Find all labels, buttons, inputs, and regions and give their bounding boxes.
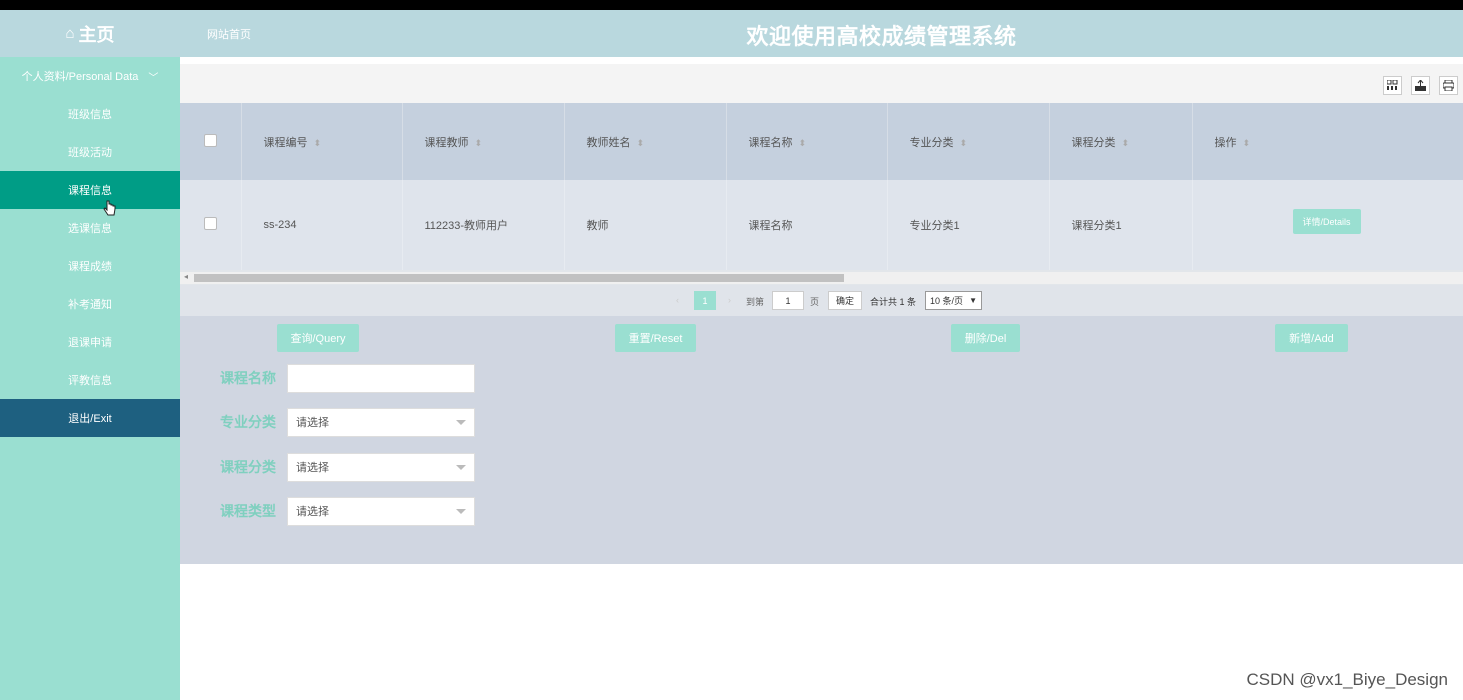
next-page-button[interactable]: › bbox=[728, 295, 731, 305]
row-checkbox[interactable] bbox=[204, 217, 217, 230]
sidebar-item-class-activity[interactable]: 班级活动 bbox=[0, 133, 180, 171]
field-label: 课程类型 bbox=[220, 503, 276, 519]
column-header[interactable]: 教师姓名 ⬍ bbox=[564, 103, 727, 180]
add-button[interactable]: 新增/Add bbox=[1275, 324, 1348, 352]
column-label: 教师姓名 bbox=[586, 136, 631, 149]
table-cell: 课程名称 bbox=[726, 180, 888, 270]
column-header[interactable]: 课程分类 ⬍ bbox=[1049, 103, 1193, 180]
export-icon[interactable] bbox=[1411, 76, 1430, 95]
sidebar-group-personal-data[interactable]: 个人资料/Personal Data ﹀ bbox=[0, 57, 180, 95]
column-label: 课程名称 bbox=[748, 136, 793, 149]
header: ⌂ 主页 网站首页 欢迎使用高校成绩管理系统 bbox=[0, 10, 1463, 57]
column-label: 课程教师 bbox=[424, 136, 469, 149]
page-unit-label: 页 bbox=[810, 297, 820, 307]
page-number-input[interactable]: 1 bbox=[772, 291, 804, 310]
sort-icon: ⬍ bbox=[1121, 137, 1130, 148]
course-name-input[interactable] bbox=[287, 363, 475, 393]
action-cell: 详情/Details bbox=[1192, 180, 1463, 270]
data-table: 课程编号 ⬍ 课程教师 ⬍ 教师姓名 ⬍ 课程名称 ⬍ 专业分类 ⬍ 课程分类 ⬍ 操作 ⬍ … bbox=[180, 103, 1463, 285]
column-header[interactable]: 课程名称 ⬍ bbox=[726, 103, 888, 180]
sidebar-item-course-selection[interactable]: 选课信息 bbox=[0, 209, 180, 247]
goto-confirm-button[interactable]: 确定 bbox=[828, 291, 862, 310]
table-cell: 112233-教师用户 bbox=[402, 180, 565, 270]
table-toolbar bbox=[180, 64, 1463, 104]
reset-button[interactable]: 重置/Reset bbox=[615, 324, 696, 352]
details-button[interactable]: 详情/Details bbox=[1292, 209, 1361, 234]
exit-button[interactable]: 退出/Exit bbox=[0, 399, 180, 437]
column-header[interactable]: 课程编号 ⬍ bbox=[241, 103, 403, 180]
sidebar-item-class-info[interactable]: 班级信息 bbox=[0, 95, 180, 133]
page-title: 欢迎使用高校成绩管理系统 bbox=[746, 24, 1017, 49]
sidebar-item-drop-request[interactable]: 退课申请 bbox=[0, 323, 180, 361]
course-category-select[interactable]: 请选择 bbox=[287, 452, 475, 482]
sidebar: 个人资料/Personal Data ﹀ 班级信息 班级活动 课程信息 选课信息… bbox=[0, 57, 180, 700]
column-label: 专业分类 bbox=[909, 136, 954, 149]
select-value: 请选择 bbox=[296, 506, 329, 518]
goto-label: 到第 bbox=[746, 297, 765, 307]
field-label: 专业分类 bbox=[220, 414, 276, 430]
column-label: 课程编号 bbox=[263, 136, 308, 149]
scroll-left-icon[interactable]: ◂ bbox=[184, 272, 188, 281]
delete-button[interactable]: 删除/Del bbox=[951, 324, 1020, 352]
course-type-select[interactable]: 请选择 bbox=[287, 496, 475, 526]
sort-icon: ⬍ bbox=[959, 137, 968, 148]
column-header[interactable]: 操作 ⬍ bbox=[1192, 103, 1463, 180]
select-value: 请选择 bbox=[296, 462, 329, 474]
select-value: 请选择 bbox=[296, 417, 329, 429]
column-label: 课程分类 bbox=[1071, 136, 1116, 149]
form-row-course-type: 课程类型 请选择 bbox=[220, 496, 475, 526]
table-cell: ss-234 bbox=[241, 180, 403, 270]
table-cell: 教师 bbox=[564, 180, 727, 270]
sidebar-item-teaching-eval[interactable]: 评教信息 bbox=[0, 361, 180, 399]
form-row-major-category: 专业分类 请选择 bbox=[220, 407, 475, 437]
page-size-select[interactable]: 10 条/页 ▼ bbox=[925, 291, 982, 310]
sort-icon: ⬍ bbox=[798, 137, 807, 148]
column-label: 操作 bbox=[1214, 136, 1237, 149]
sidebar-item-makeup-notice[interactable]: 补考通知 bbox=[0, 285, 180, 323]
select-all-checkbox[interactable] bbox=[204, 133, 217, 147]
sort-icon: ⬍ bbox=[636, 137, 645, 148]
sidebar-item-course-scores[interactable]: 课程成绩 bbox=[0, 247, 180, 285]
hand-cursor-icon bbox=[103, 200, 116, 216]
chevron-down-icon: ﹀ bbox=[148, 72, 159, 84]
chevron-down-icon bbox=[456, 508, 466, 514]
horizontal-scrollbar[interactable]: ◂ bbox=[180, 272, 1463, 284]
sort-icon: ⬍ bbox=[474, 137, 483, 148]
major-category-select[interactable]: 请选择 bbox=[287, 407, 475, 437]
watermark: CSDN @vx1_Biye_Design bbox=[1246, 670, 1448, 689]
pagination: ‹ 1 › 到第 1 页 确定 合计共 1 条 10 条/页 ▼ bbox=[180, 285, 1463, 316]
page-size-value: 10 条/页 bbox=[930, 296, 964, 306]
column-header[interactable]: 专业分类 ⬍ bbox=[887, 103, 1050, 180]
select-all-cell bbox=[180, 103, 242, 180]
chevron-down-icon bbox=[456, 419, 466, 425]
chevron-down-icon: ▼ bbox=[969, 296, 977, 305]
form-row-course-name: 课程名称 bbox=[220, 363, 475, 393]
sort-icon: ⬍ bbox=[313, 137, 322, 148]
query-button[interactable]: 查询/Query bbox=[277, 324, 359, 352]
table-header-row: 课程编号 ⬍ 课程教师 ⬍ 教师姓名 ⬍ 课程名称 ⬍ 专业分类 ⬍ 课程分类 ⬍ 操作 ⬍ bbox=[180, 103, 1463, 180]
field-label: 课程名称 bbox=[220, 370, 276, 386]
grid-icon[interactable] bbox=[1383, 76, 1402, 95]
sort-icon: ⬍ bbox=[1242, 137, 1251, 148]
prev-page-button[interactable]: ‹ bbox=[676, 295, 679, 305]
print-icon[interactable] bbox=[1439, 76, 1458, 95]
table-cell: 专业分类1 bbox=[887, 180, 1050, 270]
search-panel: 查询/Query 重置/Reset 删除/Del 新增/Add 课程名称 专业分… bbox=[180, 316, 1463, 564]
scrollbar-thumb[interactable] bbox=[194, 274, 844, 282]
column-header[interactable]: 课程教师 ⬍ bbox=[402, 103, 565, 180]
sidebar-group-label: 个人资料/Personal Data bbox=[21, 71, 139, 83]
total-count: 合计共 1 条 bbox=[870, 297, 917, 307]
table-cell: 课程分类1 bbox=[1049, 180, 1193, 270]
current-page[interactable]: 1 bbox=[694, 291, 716, 310]
table-row[interactable]: ss-234 112233-教师用户 教师 课程名称 专业分类1 课程分类1 详… bbox=[180, 180, 1463, 270]
chevron-down-icon bbox=[456, 464, 466, 470]
top-black-strip bbox=[0, 0, 1463, 10]
form-row-course-category: 课程分类 请选择 bbox=[220, 452, 475, 482]
row-select-cell bbox=[180, 180, 242, 270]
sidebar-item-course-info[interactable]: 课程信息 bbox=[0, 171, 180, 209]
field-label: 课程分类 bbox=[220, 459, 276, 475]
